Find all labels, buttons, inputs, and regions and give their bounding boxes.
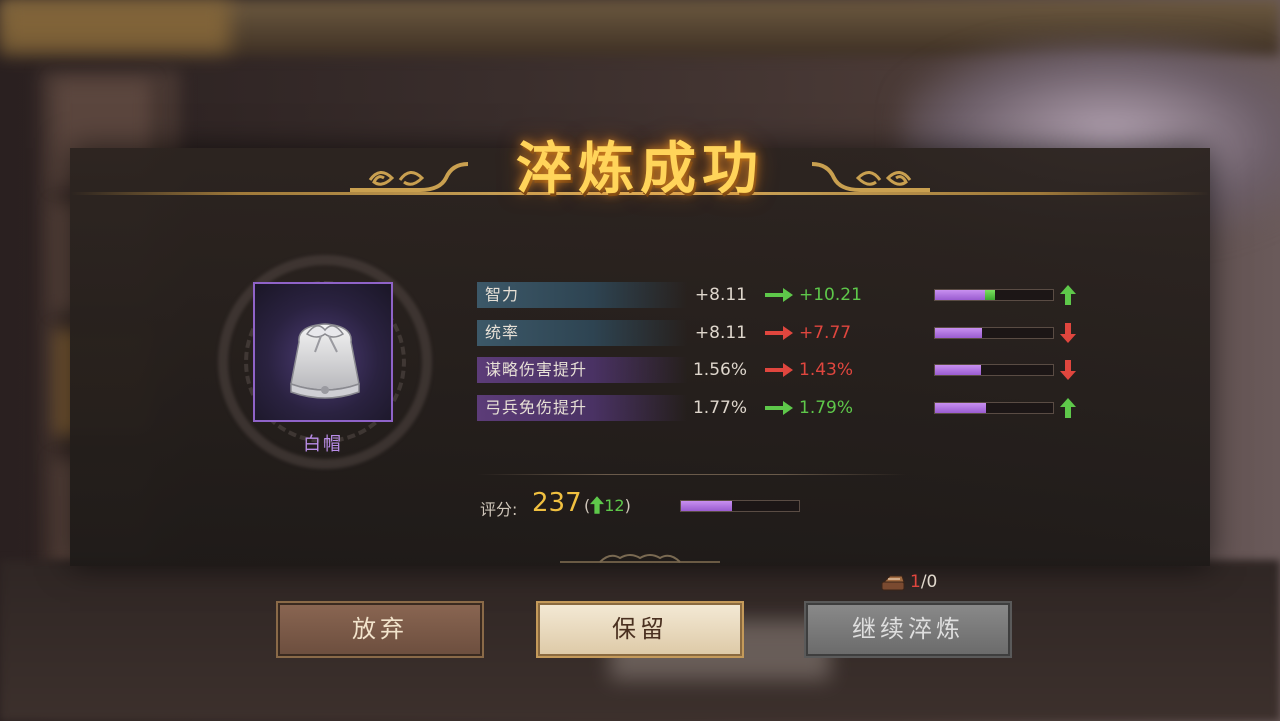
abandon-button[interactable]: 放弃 [276, 601, 484, 658]
item-slot[interactable] [253, 282, 393, 422]
score-label: 评分: [480, 500, 518, 519]
cost-separator: /0 [920, 572, 938, 592]
stat-new-value: +10.21 [799, 285, 862, 305]
stat-label: 谋略伤害提升 [477, 357, 687, 383]
arrow-up-icon [1060, 398, 1076, 418]
stat-label: 统率 [477, 320, 687, 346]
stat-bar [934, 364, 1054, 376]
arrow-right-icon [765, 363, 793, 377]
stat-bar [934, 402, 1054, 414]
section-divider [477, 474, 907, 475]
stat-row-archer-defense: 弓兵免伤提升 1.77% 1.79% [477, 395, 1097, 423]
cost-text: 1/0 [910, 572, 937, 592]
dialog-header: 淬炼成功 [330, 110, 950, 202]
white-hat-icon [290, 323, 360, 399]
stat-label: 智力 [477, 282, 687, 308]
stat-bar [934, 327, 1054, 339]
stat-label: 弓兵免伤提升 [477, 395, 687, 421]
arrow-down-icon [1060, 360, 1076, 380]
stat-row-intelligence: 智力 +8.11 +10.21 [477, 282, 1097, 310]
score-delta: (12) [584, 496, 631, 515]
stat-row-strategy-damage: 谋略伤害提升 1.56% 1.43% [477, 357, 1097, 385]
arrow-down-icon [1060, 323, 1076, 343]
stat-new-value: 1.79% [799, 398, 854, 418]
whetstone-icon [881, 575, 905, 591]
score-value: 237 [532, 488, 582, 518]
stat-new-value: 1.43% [799, 360, 854, 380]
arrow-right-icon [765, 401, 793, 415]
item-name: 白帽 [303, 434, 343, 455]
stat-old-value: 1.77% [692, 398, 747, 418]
stat-bar [934, 289, 1054, 301]
score-paren-close: ) [624, 496, 631, 515]
keep-button[interactable]: 保留 [536, 601, 744, 658]
stat-old-value: +8.11 [694, 323, 747, 343]
arrow-up-icon [590, 496, 605, 514]
score-bar [680, 500, 800, 512]
continue-refine-button[interactable]: 继续淬炼 [804, 601, 1012, 658]
arrow-right-icon [765, 288, 793, 302]
stat-row-command: 统率 +8.11 +7.77 [477, 320, 1097, 348]
stat-new-value: +7.77 [799, 323, 852, 343]
stat-old-value: +8.11 [694, 285, 747, 305]
cost-owned: 1 [910, 572, 921, 592]
dialog-title: 淬炼成功 [516, 136, 764, 202]
arrow-up-icon [1060, 285, 1076, 305]
bottom-ornament-icon [560, 554, 720, 563]
stat-old-value: 1.56% [692, 360, 747, 380]
score-increase: 12 [604, 496, 625, 515]
arrow-right-icon [765, 326, 793, 340]
